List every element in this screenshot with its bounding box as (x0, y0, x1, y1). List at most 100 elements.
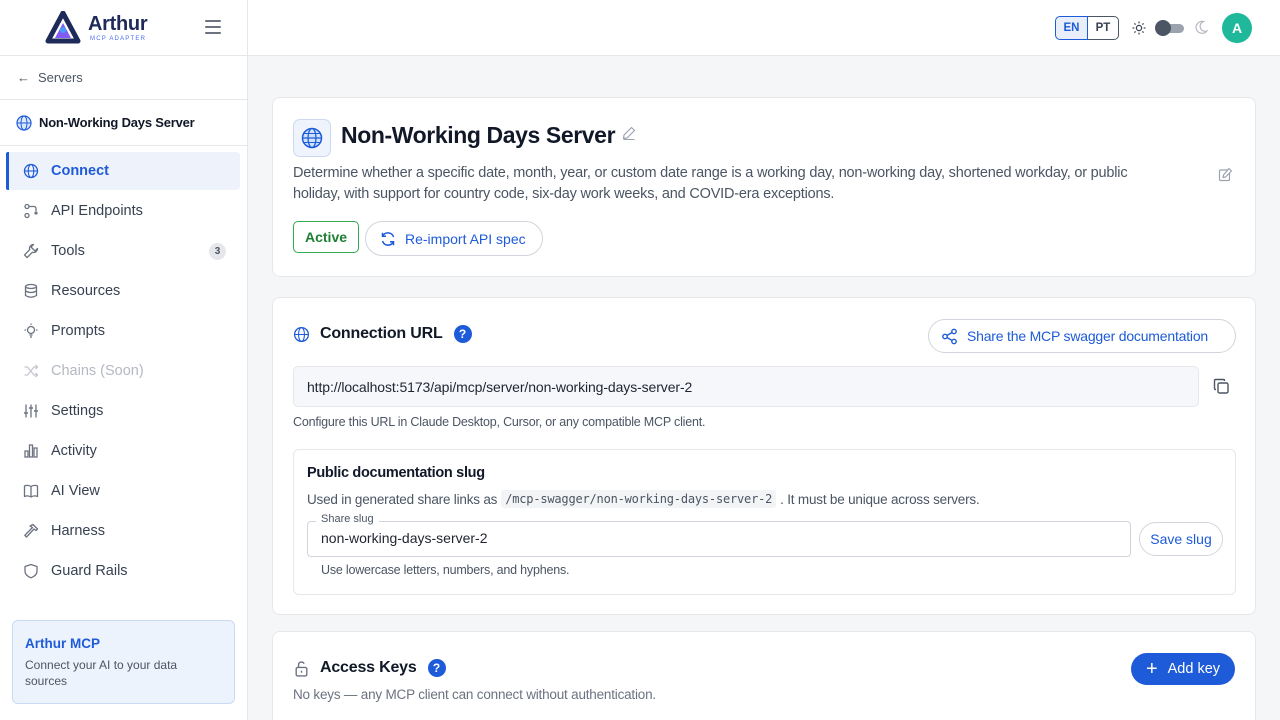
back-to-servers-link[interactable]: ← Servers (0, 56, 247, 100)
language-toggle: EN PT (1055, 16, 1119, 40)
nav-item-api-endpoints[interactable]: API Endpoints (6, 192, 240, 230)
wrench-icon (22, 242, 40, 260)
nav-label: Settings (51, 403, 104, 419)
add-key-button[interactable]: + Add key (1131, 653, 1235, 685)
back-link-label: Servers (38, 70, 83, 85)
unlock-icon (295, 660, 308, 677)
endpoints-icon (22, 202, 40, 220)
connection-url-card: Connection URL ? Share the MCP swagger d… (272, 297, 1256, 615)
nav-item-prompts[interactable]: Prompts (6, 312, 240, 350)
current-server: Non-Working Days Server (0, 100, 247, 146)
reimport-label: Re-import API spec (405, 230, 526, 247)
nav-label: Harness (51, 523, 105, 539)
book-icon (22, 482, 40, 500)
share-swagger-button[interactable]: Share the MCP swagger documentation (928, 319, 1236, 353)
section-title: Access Keys (320, 659, 417, 676)
slug-description: Used in generated share links as /mcp-sw… (307, 490, 980, 508)
sun-icon (1132, 21, 1146, 35)
slug-desc-path: /mcp-swagger/non-working-days-server-2 (501, 490, 777, 508)
nav-label: Chains (Soon) (51, 363, 144, 379)
nav-item-chains: Chains (Soon) (6, 352, 240, 390)
nav-item-resources[interactable]: Resources (6, 272, 240, 310)
nav-item-tools[interactable]: Tools 3 (6, 232, 240, 270)
nav-label: Connect (51, 163, 109, 179)
server-name-label: Non-Working Days Server (39, 115, 195, 130)
arthur-logo-icon (45, 10, 81, 43)
promo-text: Connect your AI to your data sources (25, 658, 178, 688)
nav-item-settings[interactable]: Settings (6, 392, 240, 430)
menu-toggle-icon[interactable] (205, 20, 221, 34)
hammer-icon (22, 522, 40, 540)
slug-hint: Use lowercase letters, numbers, and hyph… (321, 563, 570, 577)
access-keys-card: Access Keys ? + Add key No keys — any MC… (272, 631, 1256, 720)
nav-label: Activity (51, 443, 97, 459)
nav-item-ai-view[interactable]: AI View (6, 472, 240, 510)
slug-section-title: Public documentation slug (307, 465, 485, 481)
server-info-card: Non-Working Days Server Determine whethe… (272, 97, 1256, 277)
public-slug-section: Public documentation slug Used in genera… (293, 449, 1236, 595)
theme-toggle-switch[interactable] (1155, 20, 1184, 36)
access-keys-header: Access Keys ? (293, 659, 446, 677)
slug-desc-text: Used in generated share links as (307, 491, 498, 507)
save-slug-button[interactable]: Save slug (1139, 522, 1223, 556)
nav-item-activity[interactable]: Activity (6, 432, 240, 470)
server-nav: Connect API Endpoints Tools 3 Resources … (0, 146, 247, 590)
share-slug-field-wrapper: Share slug (307, 513, 1131, 557)
brand-name: Arthur (88, 12, 148, 35)
share-label: Share the MCP swagger documentation (967, 328, 1208, 344)
add-key-label: Add key (1167, 661, 1221, 677)
sliders-icon (22, 402, 40, 420)
nav-label: Tools (51, 243, 85, 259)
keys-empty-state: No keys — any MCP client can connect wit… (293, 687, 656, 702)
lightbulb-icon (22, 322, 40, 340)
arrow-left-icon: ← (17, 70, 30, 85)
lang-pt-button[interactable]: PT (1088, 16, 1119, 40)
switch-thumb (1155, 20, 1171, 36)
nav-item-harness[interactable]: Harness (6, 512, 240, 550)
page-title: Non-Working Days Server (341, 122, 616, 148)
share-icon (942, 328, 957, 344)
sidebar: Arthur MCP ADAPTER ← Servers Non-Working… (0, 0, 248, 720)
nav-label: Resources (51, 283, 121, 299)
slug-desc-tail: . It must be unique across servers. (780, 491, 980, 507)
shield-icon (22, 562, 40, 580)
server-description: Determine whether a specific date, month… (293, 165, 1128, 202)
connection-url-field[interactable]: http://localhost:5173/api/mcp/server/non… (293, 366, 1199, 407)
nav-item-guard-rails[interactable]: Guard Rails (6, 552, 240, 590)
top-bar: EN PT A (248, 0, 1280, 56)
logo-area: Arthur MCP ADAPTER (0, 0, 247, 56)
moon-icon (1195, 20, 1208, 34)
server-globe-icon (293, 119, 331, 157)
nav-label: Prompts (51, 323, 105, 339)
refresh-icon (381, 231, 395, 246)
database-icon (22, 282, 40, 300)
nav-label: Guard Rails (51, 563, 128, 579)
status-badge: Active (293, 221, 360, 253)
bar-chart-icon (22, 442, 40, 460)
nav-label: API Endpoints (51, 203, 143, 219)
help-icon[interactable]: ? (453, 325, 472, 343)
promo-card: Arthur MCP Connect your AI to your data … (12, 620, 235, 704)
edit-title-icon[interactable] (622, 126, 636, 140)
shuffle-icon (22, 362, 40, 380)
connection-url-header: Connection URL ? (293, 325, 472, 343)
brand-subtitle: MCP ADAPTER (90, 35, 147, 42)
copy-icon[interactable] (1213, 378, 1230, 395)
globe-icon (22, 162, 40, 180)
globe-icon (293, 326, 310, 342)
lang-en-button[interactable]: EN (1055, 16, 1088, 40)
reimport-api-spec-button[interactable]: Re-import API spec (365, 221, 543, 256)
help-icon[interactable]: ? (427, 659, 446, 677)
share-slug-input[interactable] (321, 530, 1111, 546)
user-avatar[interactable]: A (1222, 13, 1252, 43)
nav-label: AI View (51, 483, 100, 499)
connection-url-help: Configure this URL in Claude Desktop, Cu… (293, 415, 706, 429)
promo-title: Arthur MCP (25, 636, 100, 651)
edit-description-icon[interactable] (1218, 167, 1233, 182)
share-slug-label: Share slug (316, 513, 379, 525)
globe-icon (16, 114, 32, 131)
section-title: Connection URL (320, 325, 443, 342)
nav-item-connect[interactable]: Connect (6, 152, 240, 190)
plus-icon: + (1145, 658, 1158, 680)
tools-count-badge: 3 (209, 243, 226, 260)
